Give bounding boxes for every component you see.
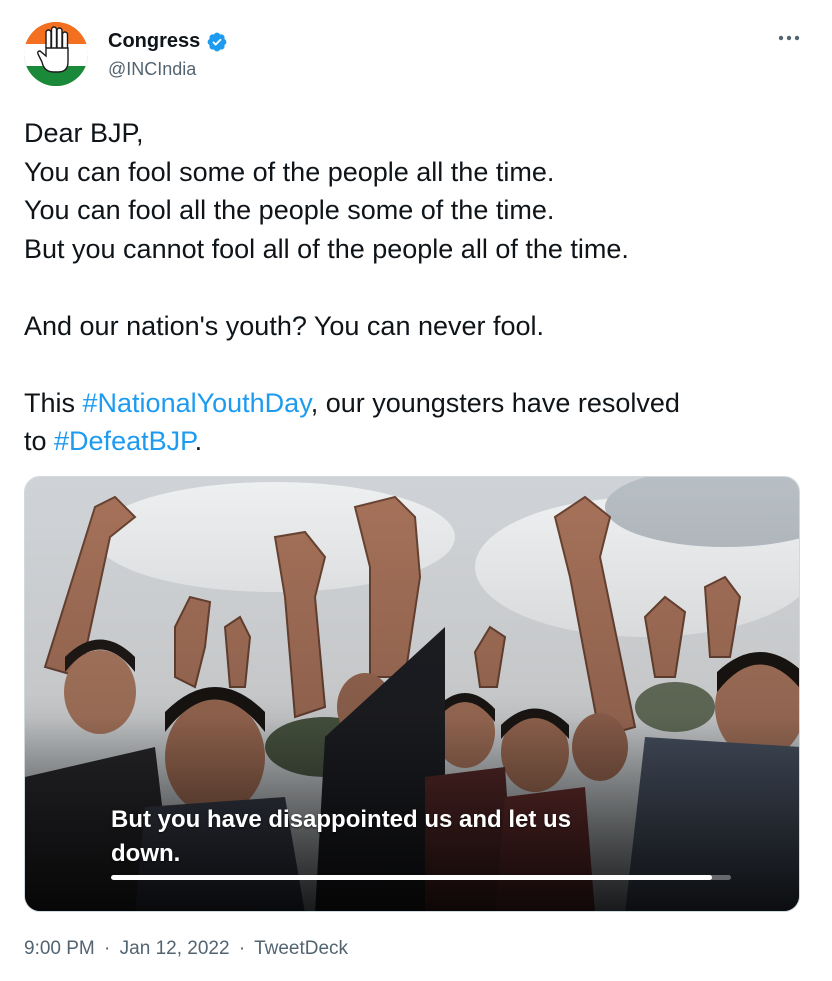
text-segment: to — [24, 426, 55, 456]
avatar[interactable] — [24, 22, 88, 86]
hashtag-link-defeatbjp[interactable]: #DefeatBJP — [54, 426, 195, 456]
verified-badge-icon — [206, 31, 228, 53]
tweet-paragraph: This #NationalYouthDay, our youngsters h… — [24, 384, 804, 423]
video-player[interactable]: But you have disappointed us and let us … — [24, 476, 800, 912]
video-caption: But you have disappointed us and let us … — [111, 803, 711, 871]
tweet-paragraph: And our nation's youth? You can never fo… — [24, 310, 545, 341]
meta-separator: · — [104, 938, 111, 959]
caption-line: down. — [111, 840, 181, 867]
meta-separator: · — [238, 938, 246, 959]
tweet-timestamp-date[interactable]: Jan 12, 2022 — [120, 938, 230, 959]
tweet-line: Dear BJP, — [24, 118, 144, 148]
tweet-line: You can fool some of the people all the … — [24, 156, 555, 187]
tweet-line: You can fool all the people some of the … — [24, 195, 555, 225]
tweet-card: Congress @INCIndia Dear BJP, You can foo… — [0, 0, 832, 981]
text-segment: . — [194, 426, 203, 456]
text-segment: This — [24, 387, 83, 418]
tweet-line: But you cannot fool all of the people al… — [24, 233, 629, 264]
display-name-row[interactable]: Congress — [108, 30, 228, 53]
congress-hand-logo-icon — [24, 22, 88, 86]
tweet-paragraph: to #DefeatBJP. — [24, 422, 804, 461]
more-options-icon[interactable] — [776, 28, 802, 48]
display-name[interactable]: Congress — [108, 30, 200, 53]
hashtag-link-nationalyouthday[interactable]: #NationalYouthDay — [83, 388, 311, 418]
tweet-timestamp-time[interactable]: 9:00 PM — [24, 938, 95, 959]
tweet-source-link[interactable]: TweetDeck — [254, 938, 348, 959]
user-handle[interactable]: @INCIndia — [108, 59, 196, 80]
video-progress-fill — [111, 875, 713, 880]
caption-line: But you have disappointed us and let us — [111, 806, 572, 833]
video-progress-bar[interactable] — [111, 875, 731, 880]
text-segment: , our youngsters have resolved — [310, 387, 680, 418]
tweet-text: Dear BJP, You can fool some of the peopl… — [24, 114, 804, 461]
tweet-meta: 9:00 PM · Jan 12, 2022 · TweetDeck — [24, 938, 348, 960]
